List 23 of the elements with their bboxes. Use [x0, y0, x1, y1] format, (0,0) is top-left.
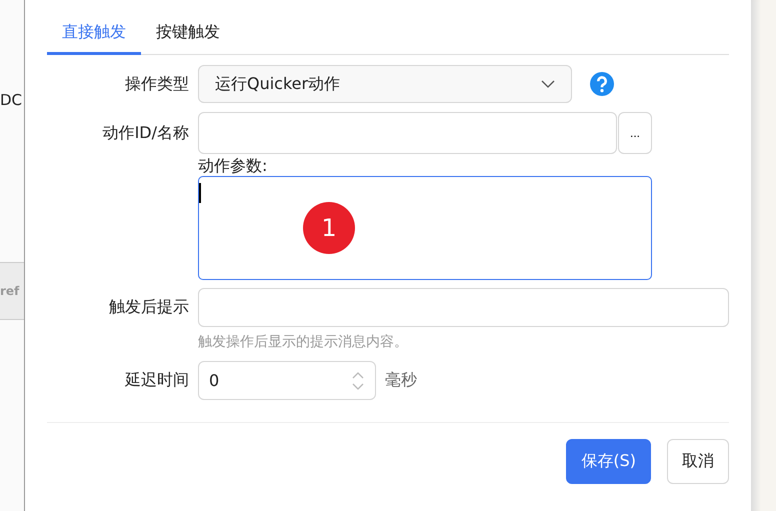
- background-text: DC: [0, 90, 24, 110]
- field-label: 延迟时间: [124, 370, 189, 391]
- save-button[interactable]: 保存(S): [566, 439, 651, 484]
- input-field[interactable]: [198, 288, 729, 327]
- browse-button[interactable]: ...: [618, 112, 652, 154]
- help-icon[interactable]: [590, 72, 614, 96]
- tab[interactable]: 直接触发: [47, 12, 141, 55]
- number-field[interactable]: 0: [198, 361, 376, 400]
- params-text-area[interactable]: [198, 176, 652, 280]
- tab[interactable]: 按键触发: [141, 12, 235, 55]
- field-label: 触发后提示: [108, 297, 189, 318]
- hint-text: 触发操作后显示的提示消息内容。: [198, 333, 409, 352]
- field-label: 操作类型: [124, 74, 189, 94]
- cancel-button[interactable]: 取消: [667, 439, 729, 484]
- unit-label: 毫秒: [385, 370, 417, 391]
- field-label: 动作参数:: [198, 156, 268, 176]
- number-badge: 1: [303, 202, 355, 254]
- field-label: 动作ID/名称: [102, 122, 189, 144]
- action-type-dropdown[interactable]: 运行Quicker动作: [198, 65, 572, 103]
- background-chip: ref: [0, 262, 24, 320]
- spinner-icon[interactable]: [351, 370, 365, 392]
- caret-icon: [541, 80, 555, 88]
- input-field[interactable]: [198, 112, 617, 154]
